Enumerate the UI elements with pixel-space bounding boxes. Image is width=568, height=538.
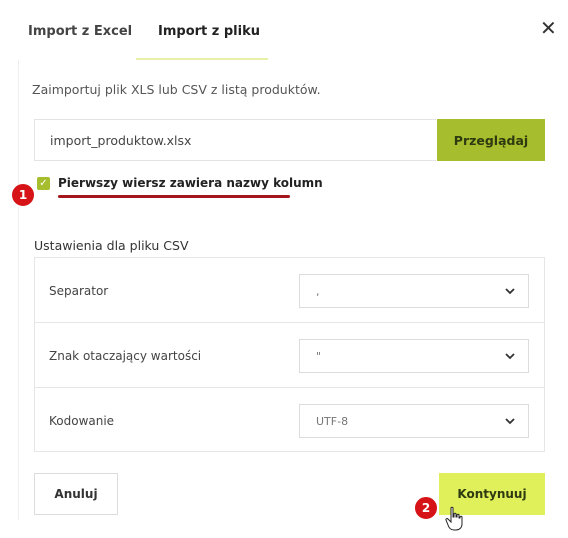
step-badge-2: 2: [414, 496, 438, 520]
csv-row-encoding: Kodowanie UTF-8: [35, 388, 544, 452]
cancel-button[interactable]: Anuluj: [34, 473, 118, 515]
quote-char-label: Znak otaczający wartości: [49, 349, 202, 363]
header-row-checkbox[interactable]: ✓: [37, 177, 50, 190]
file-path-input[interactable]: import_produktow.xlsx: [34, 119, 436, 161]
quote-char-select[interactable]: ": [299, 339, 529, 373]
close-icon[interactable]: ✕: [540, 16, 557, 40]
chevron-down-icon: [504, 405, 516, 452]
csv-row-separator: Separator ,: [35, 258, 544, 323]
header-row-checkbox-label: Pierwszy wiersz zawiera nazwy kolumn: [58, 176, 323, 190]
encoding-label: Kodowanie: [49, 414, 115, 428]
csv-settings-box: Separator , Znak otaczający wartości " K…: [34, 257, 545, 452]
quote-char-value: ": [316, 350, 322, 363]
hand-cursor-icon: [445, 506, 463, 531]
csv-settings-title: Ustawienia dla pliku CSV: [34, 238, 189, 253]
tab-import-file[interactable]: Import z pliku: [158, 24, 260, 39]
chevron-down-icon: [504, 275, 516, 322]
separator-select[interactable]: ,: [299, 274, 529, 308]
separator-label: Separator: [49, 284, 109, 298]
step-badge-1: 1: [11, 183, 35, 207]
dialog-header: Import z Excel Import z pliku ✕: [0, 0, 568, 60]
intro-text: Zaimportuj plik XLS lub CSV z listą prod…: [32, 82, 321, 97]
separator-value: ,: [316, 285, 320, 298]
highlight-underline: [58, 195, 290, 198]
browse-button[interactable]: Przeglądaj: [437, 119, 545, 161]
tab-import-excel[interactable]: Import z Excel: [28, 24, 132, 39]
chevron-down-icon: [504, 340, 516, 387]
encoding-select[interactable]: UTF-8: [299, 404, 529, 438]
encoding-value: UTF-8: [316, 415, 349, 428]
csv-row-quote: Znak otaczający wartości ": [35, 323, 544, 388]
